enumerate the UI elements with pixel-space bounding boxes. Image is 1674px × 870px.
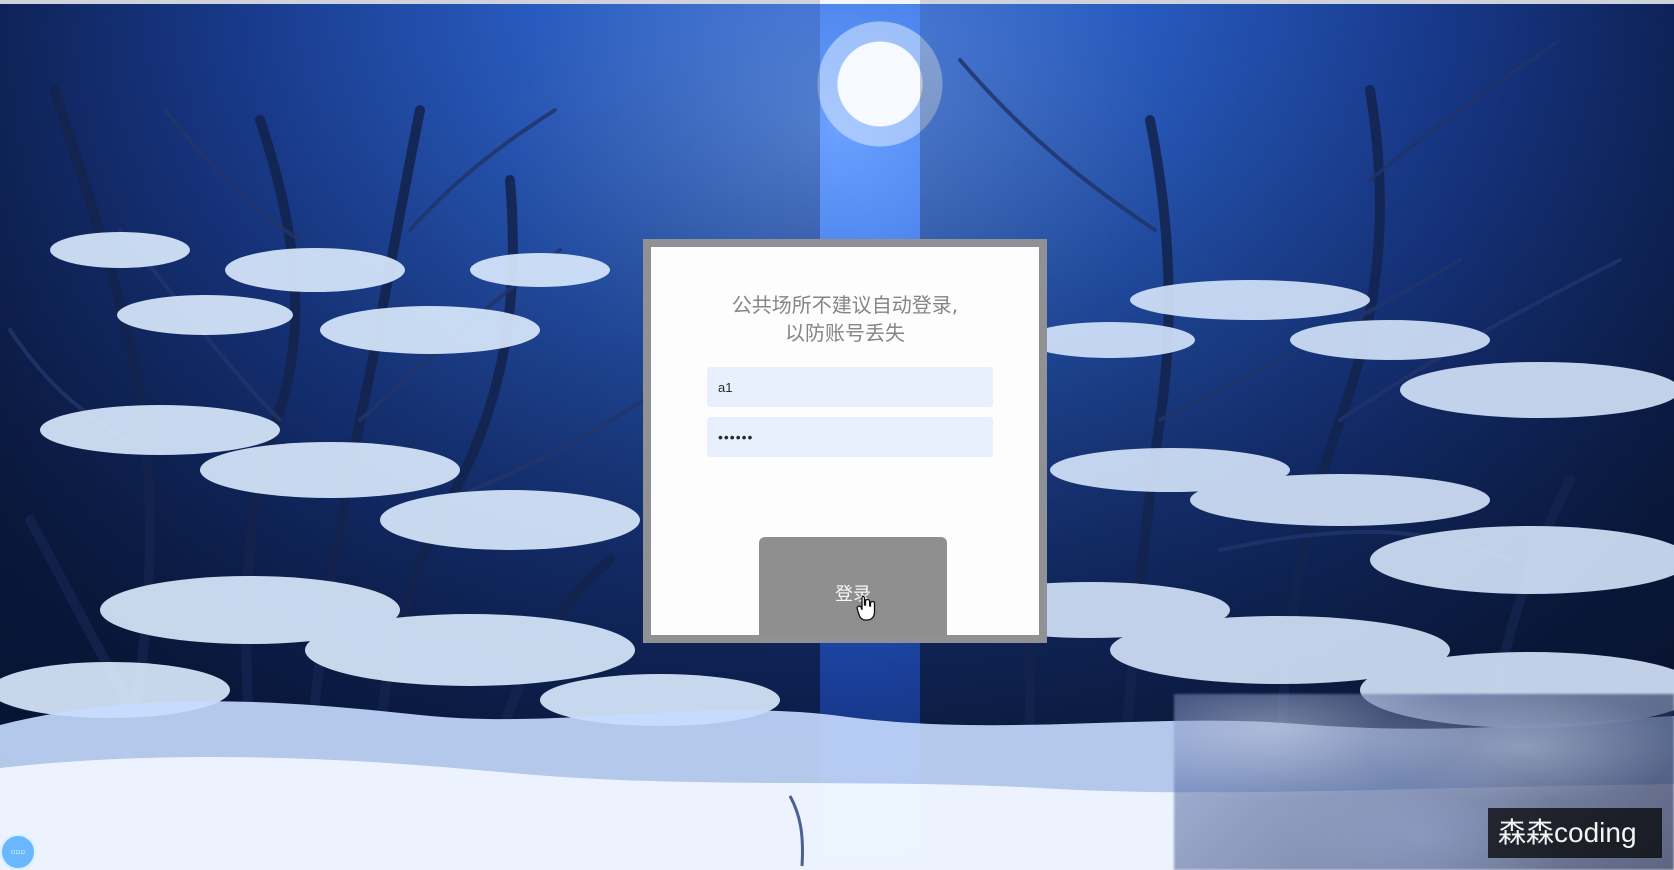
- login-button[interactable]: 登录: [759, 537, 947, 635]
- login-card-frame: 公共场所不建议自动登录, 以防账号丢失 登录: [643, 239, 1047, 643]
- top-edge: [0, 0, 1674, 4]
- password-input[interactable]: [707, 417, 993, 457]
- circular-badge-icon: ▫▫▫: [0, 834, 36, 870]
- watermark: 森森coding: [1488, 808, 1662, 858]
- username-input[interactable]: [707, 367, 993, 407]
- login-button-label: 登录: [835, 583, 871, 605]
- login-card: 公共场所不建议自动登录, 以防账号丢失 登录: [651, 247, 1039, 635]
- warning-line-2: 以防账号丢失: [785, 321, 905, 345]
- auto-login-warning: 公共场所不建议自动登录, 以防账号丢失: [651, 291, 1039, 347]
- warning-line-1: 公共场所不建议自动登录,: [731, 293, 959, 317]
- login-screen: 公共场所不建议自动登录, 以防账号丢失 登录 ▫▫▫ 森森coding: [0, 0, 1674, 870]
